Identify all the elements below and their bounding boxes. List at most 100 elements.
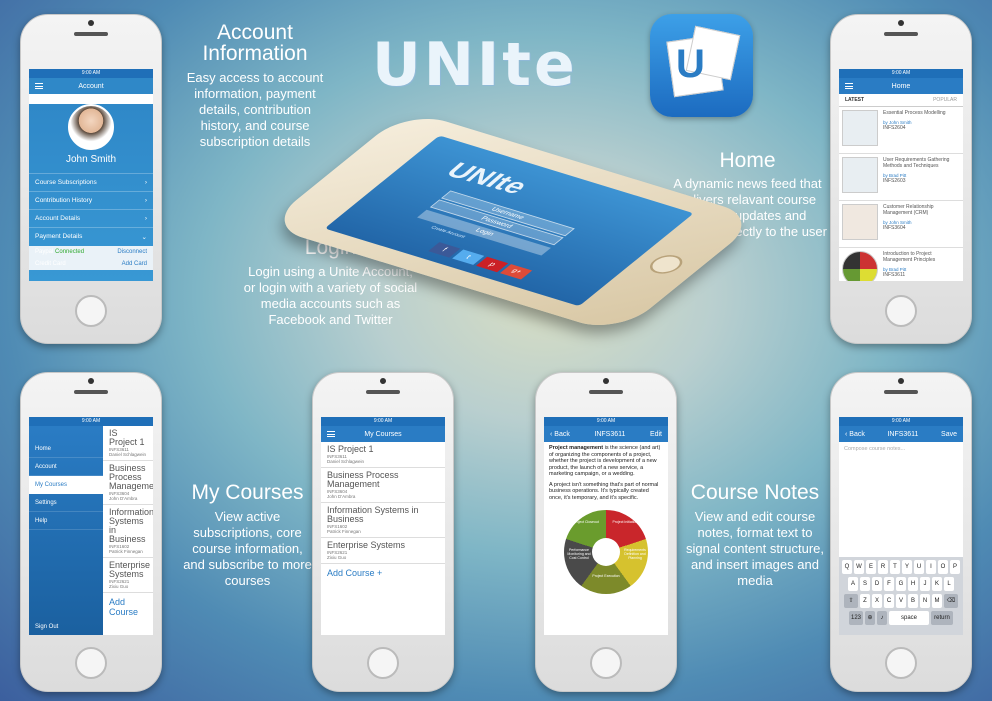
course-item[interactable]: Business Process ManagementINFS3604John … [321, 468, 445, 503]
key-h[interactable]: H [908, 577, 918, 591]
account-title: Account Information [202, 21, 308, 65]
paypal-row: Paypal Connected Disconnect [29, 246, 153, 258]
googleplus-button[interactable]: g+ [499, 264, 533, 280]
wheel-label: Project Closeout [573, 520, 599, 524]
key-r[interactable]: R [878, 560, 888, 574]
globe-icon[interactable]: ⊕ [865, 611, 875, 625]
course-item[interactable]: Enterprise Systems INFS2621 Zixiu Guo [103, 558, 153, 593]
home-button[interactable] [75, 647, 107, 679]
news-item[interactable]: Introduction to Project Management Princ… [839, 248, 963, 281]
home-button[interactable] [643, 252, 689, 277]
key-j[interactable]: J [920, 577, 930, 591]
menu-my-courses[interactable]: My Courses [29, 476, 103, 494]
key-b[interactable]: B [908, 594, 918, 608]
add-course-button[interactable]: Add Course + [321, 564, 445, 582]
key-p[interactable]: P [950, 560, 960, 574]
key-i[interactable]: I [926, 560, 936, 574]
numbers-key[interactable]: 123 [849, 611, 863, 625]
news-title: Customer Relationship Management (CRM) [883, 204, 934, 216]
user-name: John Smith [65, 154, 117, 165]
edit-button[interactable]: Edit [650, 431, 662, 438]
news-item[interactable]: User Requirements Gathering Methods and … [839, 154, 963, 201]
microphone-icon[interactable]: ♪ [877, 611, 887, 625]
key-u[interactable]: U [914, 560, 924, 574]
wheel-label: Requirements Definition and Planning [624, 548, 646, 560]
home-button[interactable] [367, 647, 399, 679]
menu-help[interactable]: Help [29, 512, 103, 530]
news-meta: INFS3611 [883, 272, 906, 278]
key-m[interactable]: M [932, 594, 942, 608]
news-item[interactable]: Customer Relationship Management (CRM) by… [839, 201, 963, 248]
back-button[interactable]: ‹ Back [845, 431, 865, 438]
delete-key[interactable]: ⌫ [944, 594, 958, 608]
course-item[interactable]: Business Process ManagementINFS3604John … [103, 461, 153, 505]
key-q[interactable]: Q [842, 560, 852, 574]
notes-desc: View and edit course notes, format text … [685, 509, 825, 588]
key-s[interactable]: S [860, 577, 870, 591]
news-title: Introduction to Project Management Princ… [883, 251, 936, 263]
home-button[interactable] [885, 647, 917, 679]
menu-icon[interactable] [327, 431, 335, 437]
back-button[interactable]: ‹ Back [550, 431, 570, 438]
key-v[interactable]: V [896, 594, 906, 608]
home-button[interactable] [75, 295, 107, 327]
phone-my-courses: 9:00 AM My Courses IS Project 1 INFS3611 D… [312, 372, 454, 692]
sign-out-button[interactable]: Sign Out [29, 618, 64, 635]
key-n[interactable]: N [920, 594, 930, 608]
nav-title: Home [891, 82, 911, 90]
key-a[interactable]: A [848, 577, 858, 591]
tab-popular[interactable]: POPULAR [933, 97, 957, 103]
course-item[interactable]: Enterprise Systems INFS2621 Zixiu Guo [321, 538, 445, 564]
app-icon-letter: U [676, 42, 705, 86]
return-key[interactable]: return [931, 611, 953, 625]
home-button[interactable] [590, 647, 622, 679]
tab-latest[interactable]: LATEST [845, 97, 864, 103]
course-item[interactable]: IS Project 1 INFS3611 Daniel Schlagwein [321, 442, 445, 468]
course-item[interactable]: Information Systems in Business INFS1602 P… [103, 505, 153, 558]
note-p2: A project isn't something that's part of… [549, 481, 659, 501]
courses-desc: View active subscriptions, core course i… [183, 509, 312, 588]
notes-textarea[interactable]: Compose course notes... [839, 442, 963, 456]
menu-icon[interactable] [845, 83, 853, 89]
key-e[interactable]: E [866, 560, 876, 574]
row-course-subscriptions[interactable]: Course Subscriptions › [29, 173, 153, 191]
menu-home[interactable]: Home [29, 440, 103, 458]
news-thumbnail [842, 110, 878, 146]
status-bar: 9:00 AM [29, 417, 153, 426]
key-k[interactable]: K [932, 577, 942, 591]
key-o[interactable]: O [938, 560, 948, 574]
key-x[interactable]: X [872, 594, 882, 608]
news-item[interactable]: Essential Process Modelling by John Smith… [839, 107, 963, 154]
menu-account[interactable]: Account [29, 458, 103, 476]
credit-card-label: Credit Card [35, 261, 66, 267]
phone-notes-view: 9:00 AM ‹ Back INFS3611 Edit Project manag… [535, 372, 677, 692]
key-l[interactable]: L [944, 577, 954, 591]
space-key[interactable]: space [889, 611, 929, 625]
row-payment-details[interactable]: Payment Details ⌄ [29, 227, 153, 246]
home-button[interactable] [885, 295, 917, 327]
menu-settings[interactable]: Settings [29, 494, 103, 512]
add-card-link[interactable]: Add Card [122, 261, 147, 267]
courses-section: My Courses View active subscriptions, co… [180, 482, 315, 589]
note-bold: Project management [549, 445, 604, 451]
shift-key[interactable]: ⇧ [844, 594, 858, 608]
connected-status: Connected [55, 249, 85, 255]
disconnect-link[interactable]: Disconnect [117, 249, 147, 255]
course-item[interactable]: Information Systems in Business INFS1602 P… [321, 503, 445, 538]
menu-icon[interactable] [35, 83, 43, 89]
key-z[interactable]: Z [860, 594, 870, 608]
row-account-details[interactable]: Account Details › [29, 209, 153, 227]
key-f[interactable]: F [884, 577, 894, 591]
app-logo-text: UNIte [372, 30, 578, 100]
key-g[interactable]: G [896, 577, 906, 591]
key-d[interactable]: D [872, 577, 882, 591]
key-c[interactable]: C [884, 594, 894, 608]
add-course-button[interactable]: Add Course [103, 593, 153, 621]
news-title: User Requirements Gathering Methods and … [883, 157, 950, 169]
course-item[interactable]: IS Project 1 INFS3611 Daniel Schlagwein [103, 426, 153, 461]
key-y[interactable]: Y [902, 560, 912, 574]
row-contribution-history[interactable]: Contribution History › [29, 191, 153, 209]
key-w[interactable]: W [854, 560, 864, 574]
save-button[interactable]: Save [941, 431, 957, 438]
key-t[interactable]: T [890, 560, 900, 574]
